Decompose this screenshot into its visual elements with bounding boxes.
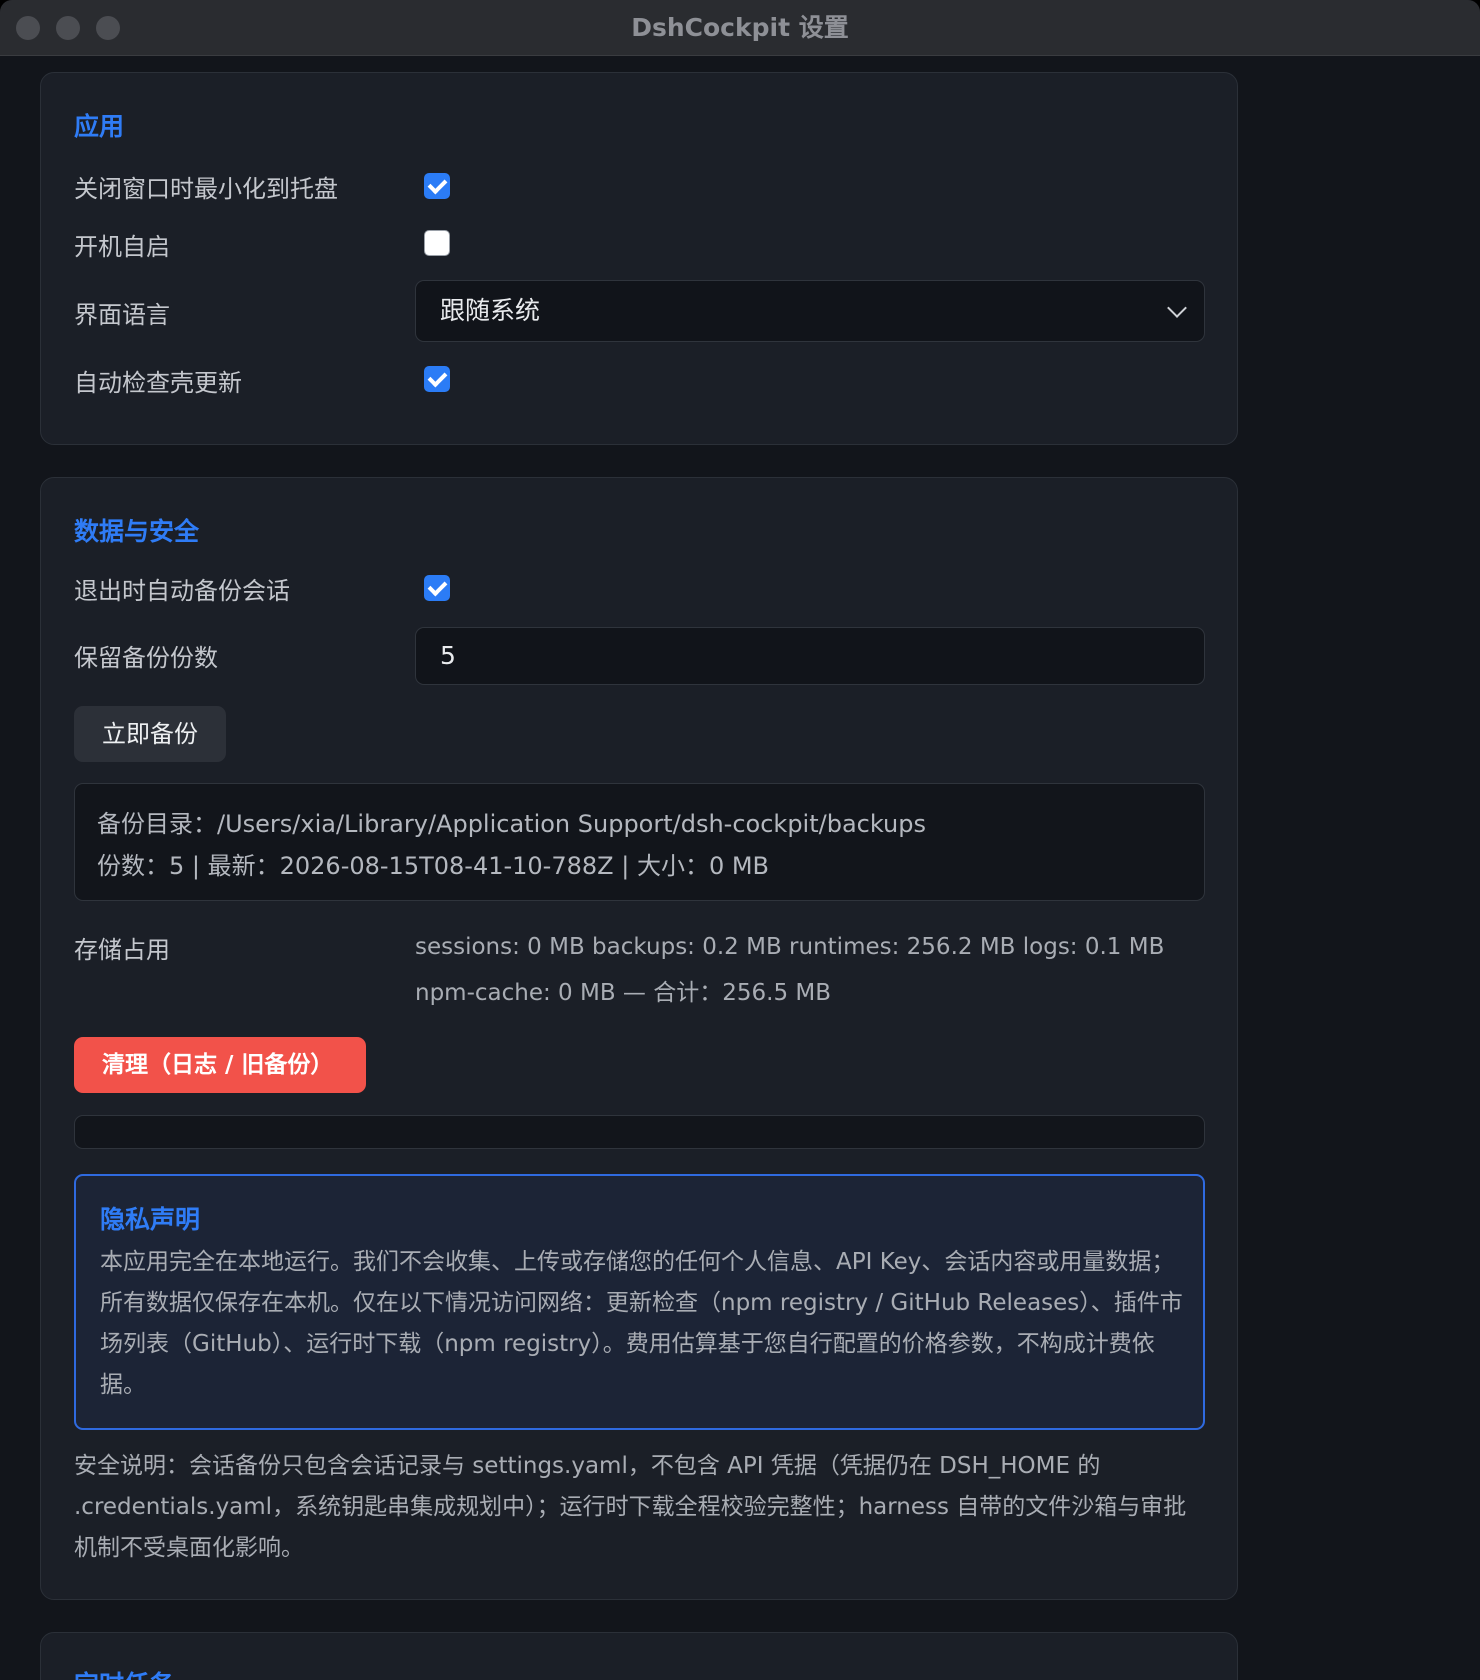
section-title-app: 应用 <box>74 112 125 141</box>
keep-backups-label: 保留备份份数 <box>74 644 218 672</box>
section-title-data-security: 数据与安全 <box>74 517 200 546</box>
security-note: 安全说明：会话备份只包含会话记录与 settings.yaml，不包含 API … <box>74 1453 1187 1561</box>
auto-backup-checkbox[interactable] <box>424 575 450 601</box>
window-title: DshCockpit 设置 <box>631 13 849 42</box>
storage-usage-label: 存储占用 <box>74 936 170 964</box>
app-section: 应用 关闭窗口时最小化到托盘 开机自启 界面语言 跟随系统 自动检查壳更新 <box>40 72 1238 445</box>
auto-update-label: 自动检查壳更新 <box>74 369 242 397</box>
language-select[interactable]: 跟随系统 <box>415 280 1205 342</box>
storage-usage-text: sessions: 0 MB backups: 0.2 MB runtimes:… <box>415 924 1205 1016</box>
language-label: 界面语言 <box>74 301 170 329</box>
keep-backups-input[interactable]: 5 <box>415 627 1205 685</box>
scheduled-tasks-section: 定时任务 <box>40 1632 1238 1680</box>
title-bar: DshCockpit 设置 <box>0 0 1480 56</box>
backup-directory-text: 备份目录：/Users/xia/Library/Application Supp… <box>97 810 926 838</box>
auto-update-checkbox[interactable] <box>424 366 450 392</box>
settings-window: DshCockpit 设置 应用 关闭窗口时最小化到托盘 开机自启 界面语言 跟… <box>0 0 1480 1680</box>
section-title-scheduled-tasks: 定时任务 <box>74 1665 174 1680</box>
language-select-value: 跟随系统 <box>440 296 541 325</box>
data-security-section: 数据与安全 退出时自动备份会话 保留备份份数 5 立即备份 备份目录：/User… <box>40 477 1238 1600</box>
privacy-notice: 隐私声明 本应用完全在本地运行。我们不会收集、上传或存储您的任何个人信息、API… <box>74 1174 1205 1430</box>
privacy-text: 本应用完全在本地运行。我们不会收集、上传或存储您的任何个人信息、API Key、… <box>100 1249 1183 1398</box>
minimize-to-tray-label: 关闭窗口时最小化到托盘 <box>74 175 338 203</box>
auto-backup-label: 退出时自动备份会话 <box>74 577 290 605</box>
autostart-checkbox[interactable] <box>424 230 450 256</box>
backup-stats-text: 份数：5 | 最新：2026-08-15T08-41-10-788Z | 大小：… <box>97 852 770 880</box>
privacy-title: 隐私声明 <box>100 1205 201 1234</box>
minimize-to-tray-checkbox[interactable] <box>424 173 450 199</box>
cleanup-result-bar <box>74 1115 1205 1149</box>
chevron-down-icon <box>1167 298 1187 318</box>
cleanup-button[interactable]: 清理（日志 / 旧备份） <box>74 1037 366 1093</box>
storage-usage-line-2: npm-cache: 0 MB — 合计：256.5 MB <box>415 980 832 1006</box>
backup-info-box: 备份目录：/Users/xia/Library/Application Supp… <box>74 783 1205 901</box>
backup-now-button[interactable]: 立即备份 <box>74 706 226 762</box>
autostart-label: 开机自启 <box>74 233 170 261</box>
storage-usage-line-1: sessions: 0 MB backups: 0.2 MB runtimes:… <box>415 934 1165 960</box>
